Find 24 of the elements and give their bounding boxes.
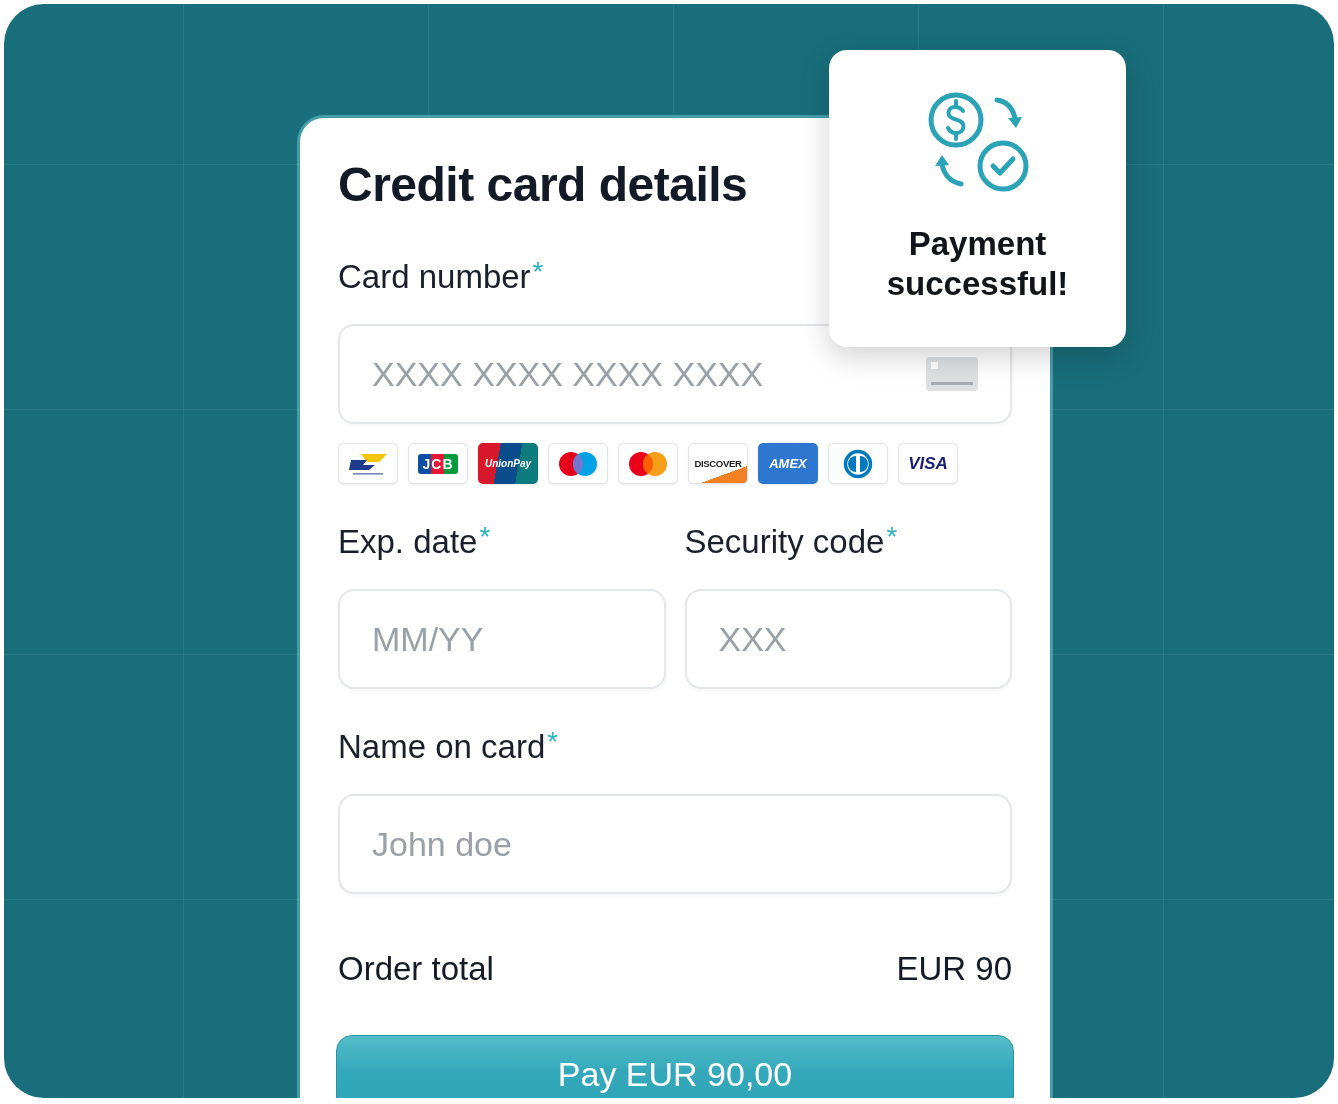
card-brand-icon bbox=[338, 443, 398, 484]
field-label: Security code bbox=[684, 522, 885, 562]
card-brand-logo: VISA bbox=[898, 443, 958, 484]
field-label: Name on card bbox=[338, 727, 546, 767]
security-code-field[interactable]: XXX bbox=[684, 589, 1012, 689]
name-field[interactable]: John doe bbox=[338, 794, 1012, 894]
pay-button[interactable]: Pay EUR 90,00 bbox=[336, 1035, 1014, 1098]
overlapping-circles-icon bbox=[548, 443, 608, 484]
form-title: Credit card details bbox=[338, 157, 749, 213]
field-label: Exp. date bbox=[338, 522, 478, 562]
toast-message: Payment successful! bbox=[885, 224, 1070, 304]
card-brand-logo: AMEX bbox=[758, 443, 818, 484]
expiry-date-field[interactable]: MM/YY bbox=[338, 589, 666, 689]
required-asterisk: * bbox=[886, 522, 898, 552]
required-asterisk: * bbox=[479, 522, 491, 552]
required-asterisk: * bbox=[532, 257, 544, 287]
required-asterisk: * bbox=[547, 727, 559, 757]
card-icon bbox=[926, 357, 978, 391]
overlapping-circles-icon bbox=[618, 443, 678, 484]
field-label: Card number bbox=[338, 257, 531, 297]
card-number-field[interactable]: XXXX XXXX XXXX XXXX bbox=[338, 324, 1012, 424]
order-total-label: Order total bbox=[338, 949, 494, 989]
order-total-amount: EUR 90 bbox=[896, 949, 1012, 989]
card-brand-logo: DISCOVER bbox=[688, 443, 748, 484]
